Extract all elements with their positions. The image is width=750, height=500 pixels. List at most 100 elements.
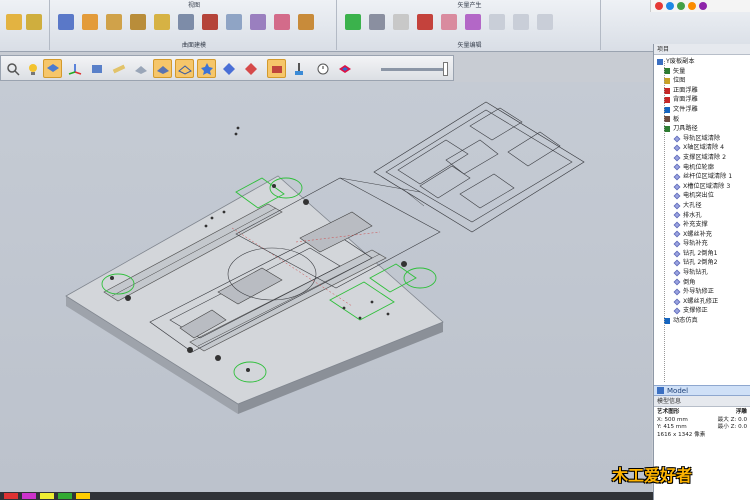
layer-icon[interactable] [26, 14, 42, 30]
tree-toolpath-item[interactable]: 倒角 [654, 278, 750, 288]
sweep-icon[interactable] [130, 14, 146, 30]
extrude-icon[interactable] [82, 14, 98, 30]
tree-item-label: 导轨补充 [683, 240, 708, 248]
tree-toolpath-item[interactable]: X轴区域清除 4 [654, 143, 750, 153]
tree-toolpath-item[interactable]: 支撑区域清除 2 [654, 153, 750, 163]
color-swatch[interactable] [58, 493, 72, 499]
panel-header: 项目 [654, 44, 750, 55]
size-x: X: 500 mm [657, 416, 688, 423]
combine-icon[interactable] [178, 14, 194, 30]
tree-toolpath-item[interactable]: X槽位区域清除 3 [654, 182, 750, 192]
diamond-icon[interactable] [219, 59, 238, 78]
tree-toolpath-item[interactable]: 排水孔 [654, 211, 750, 221]
input-method-bar [650, 0, 750, 12]
weld-icon[interactable] [489, 14, 505, 30]
texture-icon[interactable] [298, 14, 314, 30]
3d-viewport[interactable] [0, 82, 652, 492]
tree-item[interactable]: 动态仿真 [654, 316, 750, 326]
tree-item[interactable]: 位图 [654, 76, 750, 86]
view-top-icon[interactable] [87, 59, 106, 78]
wireframe-icon[interactable] [175, 59, 194, 78]
tree-root[interactable]: Y废板副本 [654, 57, 750, 67]
shaded-icon[interactable] [153, 59, 172, 78]
light-icon[interactable] [23, 59, 42, 78]
tree-item[interactable]: 刀具路径 [654, 124, 750, 134]
tree-toolpath-item[interactable]: 补充支撑 [654, 220, 750, 230]
clock-icon[interactable] [313, 59, 332, 78]
tree-item[interactable]: 矢量 [654, 67, 750, 77]
color-swatch[interactable] [4, 493, 18, 499]
smooth-icon[interactable] [250, 14, 266, 30]
top-plate-outer [373, 101, 585, 233]
pyramid-icon[interactable] [202, 14, 218, 30]
watermark-logo: 木工爱好者 [612, 466, 693, 485]
tree-item-label: 钻孔 2倒角2 [683, 259, 718, 267]
red-diamond-icon[interactable] [241, 59, 260, 78]
tree-item[interactable]: 板 [654, 115, 750, 125]
ime-lang-icon[interactable] [666, 2, 674, 10]
tree-toolpath-item[interactable]: 电机位轮廓 [654, 163, 750, 173]
zoom-icon[interactable] [3, 59, 22, 78]
color-swatch[interactable] [22, 493, 36, 499]
tree-item-label: 动态仿真 [673, 317, 698, 325]
model-tab[interactable]: Model [654, 385, 750, 396]
trace-icon[interactable] [369, 14, 385, 30]
tree-toolpath-item[interactable]: 外导轨修正 [654, 287, 750, 297]
stripes-icon[interactable] [417, 14, 433, 30]
offset-icon[interactable] [441, 14, 457, 30]
toolpath-item-icon [673, 211, 681, 219]
tree-toolpath-item[interactable]: X螺丝孔修正 [654, 297, 750, 307]
toolpath-item-icon [673, 144, 681, 152]
tree-toolpath-item[interactable]: X螺丝补充 [654, 230, 750, 240]
art-label: 艺术图形 [657, 409, 680, 415]
plane-icon[interactable] [58, 14, 74, 30]
open-file-icon[interactable] [6, 14, 22, 30]
color-swatch[interactable] [40, 493, 54, 499]
toolpath-item-icon [673, 259, 681, 267]
ruler-icon[interactable] [109, 59, 128, 78]
tree-item-label: 矢量 [673, 67, 686, 75]
transparency-slider-track[interactable] [381, 68, 447, 71]
tree-toolpath-item[interactable]: 导轨补充 [654, 239, 750, 249]
model-tab-label: Model [667, 386, 689, 395]
ribbon-group-modeling: 视图 曲面建模 [52, 0, 337, 50]
tree-item[interactable]: 正面浮雕 [654, 86, 750, 96]
fillet-icon[interactable] [537, 14, 553, 30]
lathe-icon[interactable] [154, 14, 170, 30]
trim-icon[interactable] [513, 14, 529, 30]
view-color-icon[interactable] [335, 59, 354, 78]
ribbon: 视图 曲面建模 矢量产生 矢量编辑 [0, 0, 750, 52]
node-edit-icon[interactable] [465, 14, 481, 30]
paint-icon[interactable] [289, 59, 308, 78]
tree-toolpath-item[interactable]: 钻孔 2倒角1 [654, 249, 750, 259]
ime-skin-icon[interactable] [699, 2, 707, 10]
shape-editor-icon[interactable] [226, 14, 242, 30]
tree-toolpath-item[interactable]: 钻孔 2倒角2 [654, 258, 750, 268]
tree-toolpath-item[interactable]: 导轨钻孔 [654, 268, 750, 278]
view-iso-icon[interactable] [43, 59, 62, 78]
vector-grid-icon[interactable] [345, 14, 361, 30]
sculpt-icon[interactable] [274, 14, 290, 30]
tree-toolpath-item[interactable]: 支撑修正 [654, 306, 750, 316]
tree-toolpath-item[interactable]: 导轨区域清除 [654, 134, 750, 144]
pixel-size: 1616 x 1342 像素 [657, 431, 706, 438]
ime-mic-icon[interactable] [677, 2, 685, 10]
star-relief-icon[interactable] [197, 59, 216, 78]
tree-toolpath-item[interactable]: 电机突出位 [654, 191, 750, 201]
bitmap-vector-icon[interactable] [393, 14, 409, 30]
transparency-slider-handle[interactable] [443, 62, 448, 76]
surface-icon[interactable] [131, 59, 150, 78]
tree-item[interactable]: 文件浮雕 [654, 105, 750, 115]
spin-icon[interactable] [106, 14, 122, 30]
ime-keyboard-icon[interactable] [688, 2, 696, 10]
ime-logo-icon[interactable] [655, 2, 663, 10]
tree-toolpath-item[interactable]: 大孔径 [654, 201, 750, 211]
material-icon[interactable] [267, 59, 286, 78]
tree-item-label: 刀具路径 [673, 125, 698, 133]
axis-icon[interactable] [65, 59, 84, 78]
model-icon [657, 387, 664, 394]
color-swatch[interactable] [76, 493, 90, 499]
tree-toolpath-item[interactable]: 丝杆位区域清除 1 [654, 172, 750, 182]
tree-item[interactable]: 背面浮雕 [654, 95, 750, 105]
ribbon-top-caption: 视图 [187, 2, 200, 9]
